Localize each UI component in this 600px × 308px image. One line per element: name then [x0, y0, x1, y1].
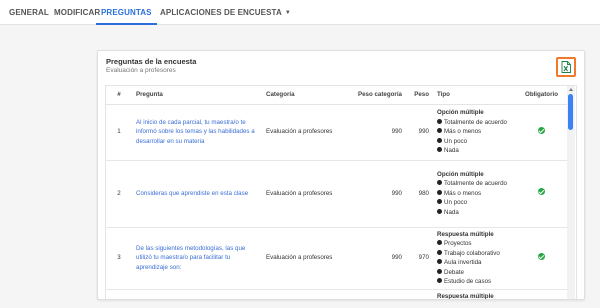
row-num: 1: [106, 104, 132, 161]
question-link[interactable]: De las siguientes metodologías, las que …: [132, 227, 262, 290]
check-circle-icon: [538, 126, 545, 134]
option-item: Un poco: [437, 198, 511, 208]
header-obligatorio: Obligatorio: [515, 86, 568, 105]
header-pregunta: Pregunta: [132, 86, 262, 105]
tab-aplicaciones[interactable]: APLICACIONES DE ENCUESTA ▼: [160, 0, 291, 25]
table-row: 3 De las siguientes metodologías, las qu…: [106, 227, 568, 290]
tipo-title: Respuesta múltiple: [437, 230, 494, 238]
row-peso-categoria: [348, 289, 406, 299]
table-header-row: # Pregunta Categoría Peso categoría Peso…: [106, 86, 568, 105]
row-obligatorio: [515, 289, 568, 299]
row-peso: 970: [406, 227, 433, 290]
row-tipo: Respuesta múltiple Proyectos Trabajo col…: [433, 227, 515, 290]
bullet-icon: [437, 137, 442, 143]
questions-table: # Pregunta Categoría Peso categoría Peso…: [106, 86, 568, 300]
tab-preguntas[interactable]: PREGUNTAS: [96, 0, 157, 25]
option-item: Debate: [437, 268, 511, 278]
bullet-icon: [437, 180, 442, 186]
row-peso: 990: [406, 104, 433, 161]
option-item: Un poco: [437, 137, 511, 147]
check-circle-icon: [538, 252, 545, 260]
row-peso-categoria: 990: [348, 227, 406, 290]
tipo-title: Opción múltiple: [437, 170, 484, 178]
questions-table-container: # Pregunta Categoría Peso categoría Peso…: [105, 85, 577, 300]
tab-modificar[interactable]: MODIFICAR: [54, 0, 100, 25]
option-item: Trabajo colaborativo: [437, 249, 511, 259]
row-peso-categoria: 990: [348, 160, 406, 228]
row-categoria: Evaluación a profesores: [262, 104, 348, 161]
question-link[interactable]: Consideras que aprendiste en esta clase: [132, 160, 262, 228]
excel-file-icon: [561, 61, 571, 73]
bullet-icon: [437, 268, 442, 274]
scroll-up-arrow-icon[interactable]: [569, 88, 573, 91]
tipo-title: Respuesta múltiple: [437, 292, 494, 300]
question-link[interactable]: Al inicio de cada parcial, tu maestra/o …: [132, 104, 262, 161]
option-item: Totalmente de acuerdo: [437, 118, 511, 128]
option-item: Aula invertida: [437, 258, 511, 268]
option-item: Totalmente de acuerdo: [437, 179, 511, 189]
option-item: Estudio de casos: [437, 277, 511, 287]
row-obligatorio: [515, 160, 568, 228]
table-row: Respuesta múltiple: [106, 289, 568, 300]
row-categoria: Evaluación a profesores: [262, 227, 348, 290]
row-peso: 980: [406, 160, 433, 228]
bullet-icon: [437, 240, 442, 245]
check-circle-icon: [538, 188, 545, 196]
header-tipo: Tipo: [433, 86, 515, 105]
option-item: Nada: [437, 146, 511, 156]
row-obligatorio: [515, 104, 568, 161]
bullet-icon: [437, 189, 442, 195]
bullet-icon: [437, 259, 442, 264]
chevron-down-icon: ▼: [284, 10, 291, 16]
bullet-icon: [437, 199, 442, 205]
bullet-icon: [437, 147, 442, 153]
header-peso-categoria: Peso categoría: [348, 86, 406, 105]
row-categoria: [262, 289, 348, 299]
bullet-icon: [437, 249, 442, 255]
row-num: [106, 289, 132, 299]
option-item: Más o menos: [437, 189, 511, 199]
scroll-thumb[interactable]: [568, 94, 573, 130]
bullet-icon: [437, 208, 442, 214]
bullet-icon: [437, 128, 442, 134]
table-row: 2 Consideras que aprendiste en esta clas…: [106, 160, 568, 228]
header-categoria: Categoría: [262, 86, 348, 105]
export-excel-button[interactable]: [556, 57, 576, 77]
row-num: 2: [106, 160, 132, 228]
tipo-title: Opción múltiple: [437, 109, 484, 117]
tab-aplicaciones-label: APLICACIONES DE ENCUESTA: [160, 8, 282, 17]
row-peso-categoria: 990: [348, 104, 406, 161]
questions-card: Preguntas de la encuesta Evaluación a pr…: [97, 50, 585, 300]
row-tipo: Opción múltiple Totalmente de acuerdo Má…: [433, 160, 515, 228]
table-scrollbar[interactable]: [567, 86, 575, 299]
option-item: Más o menos: [437, 127, 511, 137]
option-item: Proyectos: [437, 239, 511, 249]
row-categoria: Evaluación a profesores: [262, 160, 348, 228]
row-peso: [406, 289, 433, 299]
question-link[interactable]: [132, 289, 262, 299]
tab-bar: GENERAL MODIFICAR PREGUNTAS APLICACIONES…: [0, 0, 600, 25]
card-title: Preguntas de la encuesta: [106, 57, 197, 66]
option-item: Nada: [437, 208, 511, 218]
row-obligatorio: [515, 227, 568, 290]
header-num: #: [106, 86, 132, 105]
table-row: 1 Al inicio de cada parcial, tu maestra/…: [106, 104, 568, 161]
row-tipo: Respuesta múltiple: [433, 289, 515, 300]
tab-general[interactable]: GENERAL: [9, 0, 49, 25]
card-subtitle: Evaluación a profesores: [106, 67, 176, 74]
bullet-icon: [437, 118, 442, 124]
bullet-icon: [437, 278, 442, 283]
row-tipo: Opción múltiple Totalmente de acuerdo Má…: [433, 104, 515, 161]
header-peso: Peso: [406, 86, 433, 105]
row-num: 3: [106, 227, 132, 290]
